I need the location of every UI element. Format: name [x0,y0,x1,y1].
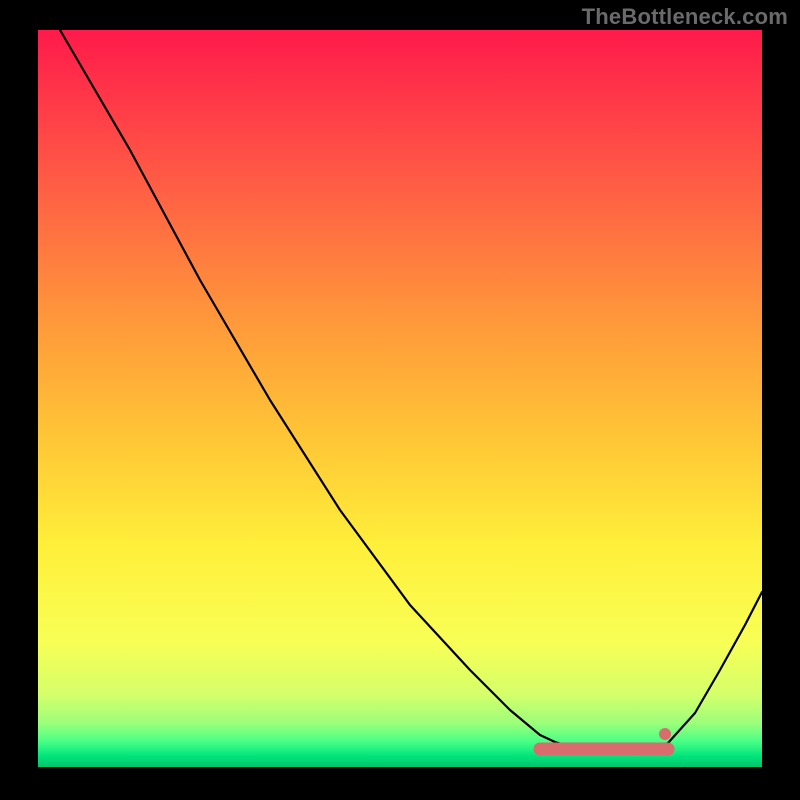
chart-container: TheBottleneck.com [0,0,800,800]
optimal-point-marker [659,728,671,740]
plot-area [38,30,762,767]
watermark: TheBottleneck.com [582,4,788,30]
bottleneck-chart [0,0,800,800]
